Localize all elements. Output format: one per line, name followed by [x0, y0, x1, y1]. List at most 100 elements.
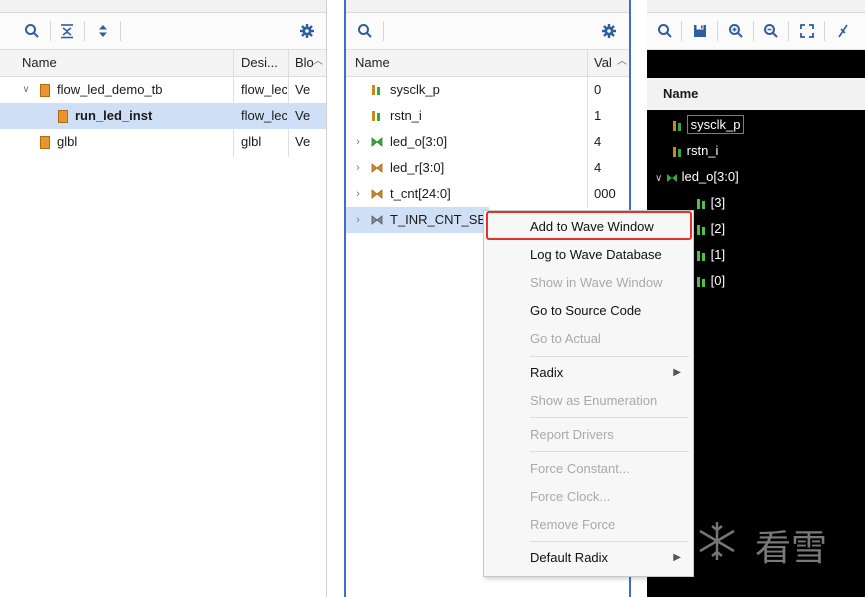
object-name: led_r[3:0] — [390, 160, 445, 175]
cursor-icon[interactable] — [831, 19, 855, 43]
signal-icon — [673, 120, 681, 131]
wave-signal-row[interactable]: [3] — [697, 192, 725, 214]
search-icon[interactable] — [20, 19, 44, 43]
chevron-down-icon[interactable]: ∨ — [655, 173, 662, 184]
column-header-value[interactable]: Val — [594, 50, 616, 76]
zoom-in-icon[interactable] — [724, 19, 748, 43]
menu-item-go-to-source-code[interactable]: Go to Source Code — [484, 299, 693, 323]
menu-separator — [530, 451, 689, 452]
scope-row-design: flow_lec — [241, 82, 287, 97]
scope-row-name: flow_led_demo_tb — [57, 82, 163, 97]
wave-signal-label: sysclk_p — [686, 115, 745, 134]
search-icon[interactable] — [353, 19, 377, 43]
scope-row-block: Ve — [295, 134, 311, 149]
object-value: 4 — [594, 160, 602, 175]
column-header-design[interactable]: Desi... — [241, 50, 287, 76]
menu-item-add-to-wave-window[interactable]: Add to Wave Window — [484, 215, 693, 239]
signal-icon — [697, 250, 705, 261]
object-row[interactable]: sysclk_p 0 — [346, 77, 629, 103]
object-row[interactable]: rstn_i 1 — [346, 103, 629, 129]
column-header-name[interactable]: Name — [22, 50, 57, 76]
collapse-all-icon[interactable] — [55, 19, 79, 43]
object-row[interactable]: › t_cnt[24:0] 000 — [346, 181, 629, 207]
object-row[interactable]: › T_INR_CNT_SE — [346, 207, 489, 233]
scope-row[interactable]: glbl glbl Ve — [0, 129, 326, 155]
object-value: 0 — [594, 82, 602, 97]
scroll-up-icon[interactable]: ︿ — [617, 52, 627, 67]
scope-row-block: Ve — [295, 108, 311, 123]
menu-item-default-radix[interactable]: Default Radix ▶ — [484, 546, 693, 570]
scope-row[interactable]: run_led_inst flow_lec Ve — [0, 103, 326, 129]
bus-icon — [666, 173, 677, 182]
scope-toolbar — [0, 13, 326, 50]
context-menu: Add to Wave Window Log to Wave Database … — [483, 210, 694, 577]
object-name: t_cnt[24:0] — [390, 186, 451, 201]
wave-signal-row[interactable]: sysclk_p — [673, 114, 750, 136]
object-name: T_INR_CNT_SE — [390, 212, 486, 227]
menu-item-report-drivers: Report Drivers — [530, 427, 614, 442]
bus-icon — [371, 137, 383, 147]
chevron-right-icon[interactable]: › — [352, 155, 364, 181]
signal-icon — [372, 111, 380, 121]
wave-signal-row[interactable]: [0] — [697, 270, 725, 292]
chevron-right-icon[interactable]: › — [352, 207, 364, 233]
wave-signal-row[interactable]: [1] — [697, 244, 725, 266]
menu-item-show-as-enumeration: Show as Enumeration — [530, 393, 658, 408]
expand-all-icon[interactable] — [91, 19, 115, 43]
column-header-name[interactable]: Name — [355, 50, 390, 76]
objects-table-header: Name Val ︿ — [346, 50, 629, 77]
signal-icon — [372, 85, 380, 95]
object-value: 000 — [594, 186, 616, 201]
save-icon[interactable] — [688, 19, 712, 43]
scope-row-block: Ve — [295, 82, 311, 97]
watermark-text: 看雪 — [755, 528, 828, 569]
bus-icon — [371, 215, 383, 225]
wave-signal-row[interactable]: ∨ led_o[3:0] — [655, 166, 739, 188]
wave-signal-label: [0] — [710, 273, 726, 288]
gear-icon[interactable] — [295, 19, 319, 43]
menu-item-label: Radix — [530, 365, 564, 380]
object-name: sysclk_p — [390, 82, 440, 97]
object-row[interactable]: › led_o[3:0] 4 — [346, 129, 629, 155]
bus-icon — [371, 189, 383, 199]
menu-item-force-constant: Force Constant... — [530, 461, 630, 476]
menu-item-radix[interactable]: Radix ▶ — [484, 361, 693, 385]
object-value: 1 — [594, 108, 602, 123]
zoom-out-icon[interactable] — [759, 19, 783, 43]
panel-tab-strip — [346, 0, 629, 13]
search-icon[interactable] — [653, 19, 677, 43]
signal-icon — [673, 146, 681, 157]
watermark: 看雪 — [695, 513, 865, 573]
gear-icon[interactable] — [597, 19, 621, 43]
chevron-down-icon[interactable]: ∨ — [20, 77, 32, 103]
column-header-block[interactable]: Blo — [295, 50, 313, 76]
panel-gutter — [327, 0, 344, 597]
signal-icon — [697, 198, 705, 209]
scope-row[interactable]: ∨ flow_led_demo_tb flow_lec Ve — [0, 77, 326, 103]
wave-signal-row[interactable]: rstn_i — [673, 140, 718, 162]
scroll-up-icon[interactable]: ︿ — [313, 52, 323, 67]
snowflake-icon — [699, 522, 735, 560]
submenu-arrow-icon: ▶ — [673, 552, 681, 563]
menu-item-label: Default Radix — [530, 550, 609, 565]
chevron-right-icon[interactable]: › — [352, 181, 364, 207]
zoom-fit-icon[interactable] — [795, 19, 819, 43]
signal-icon — [697, 224, 705, 235]
wave-header-name: Name — [663, 86, 699, 101]
panel-tab-strip — [0, 0, 326, 13]
scope-row-name: glbl — [57, 134, 78, 149]
wave-toolbar — [647, 13, 865, 50]
menu-item-remove-force: Remove Force — [530, 517, 616, 532]
chevron-right-icon[interactable]: › — [352, 129, 364, 155]
wave-signal-label: [3] — [710, 195, 726, 210]
submenu-arrow-icon: ▶ — [673, 367, 681, 378]
menu-item-log-to-wave-database[interactable]: Log to Wave Database — [484, 243, 693, 267]
menu-item-go-to-actual: Go to Actual — [530, 331, 601, 346]
wave-signal-label: rstn_i — [686, 143, 719, 158]
wave-signal-row[interactable]: [2] — [697, 218, 725, 240]
scope-table-header: Name Desi... Blo ︿ — [0, 50, 326, 77]
bus-icon — [371, 163, 383, 173]
object-name: rstn_i — [390, 108, 422, 123]
object-row[interactable]: › led_r[3:0] 4 — [346, 155, 629, 181]
scope-row-design: glbl — [241, 134, 262, 149]
